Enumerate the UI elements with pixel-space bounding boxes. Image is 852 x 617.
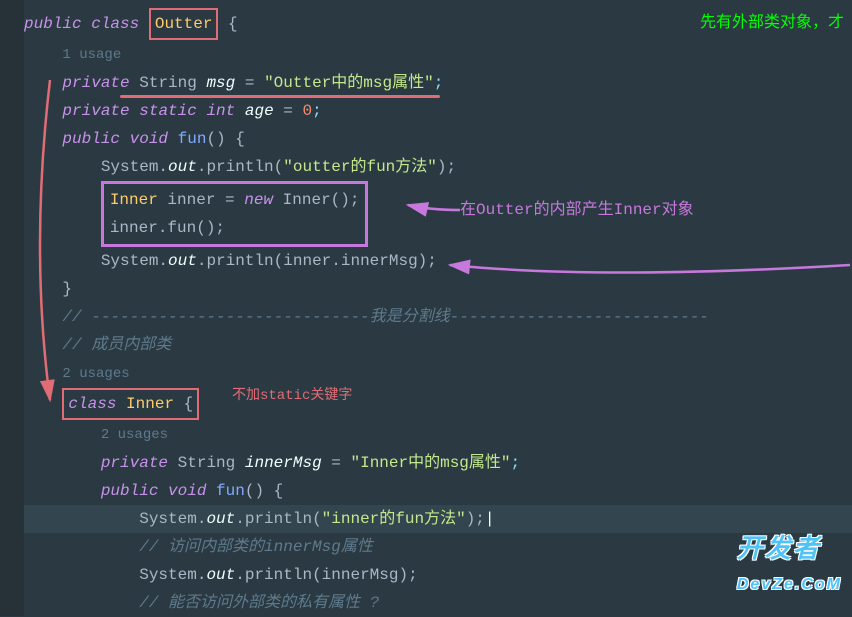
code-line[interactable]: private String msg = "Outter中的msg属性"; — [24, 69, 852, 97]
code-line[interactable]: private String innerMsg = "Inner中的msg属性"… — [24, 449, 852, 477]
class-name: Inner — [126, 395, 174, 413]
system: System. — [101, 252, 168, 270]
field: innerMsg — [245, 454, 322, 472]
keyword: public — [24, 15, 82, 33]
code-line-current[interactable]: System.out.println("inner的fun方法");| — [24, 505, 852, 533]
string: "outter的fun方法" — [283, 158, 437, 176]
code-line[interactable]: class Inner { — [24, 388, 852, 420]
class-name: Outter — [155, 15, 213, 33]
number: 0 — [303, 102, 313, 120]
keyword: new — [244, 191, 273, 209]
code-editor[interactable]: public class Outter { 1 usage private St… — [0, 0, 852, 617]
usage-hint[interactable]: 1 usage — [62, 47, 121, 63]
usage-hint[interactable]: 2 usages — [62, 366, 129, 382]
comment: // 成员内部类 — [62, 336, 171, 354]
keyword: class — [68, 395, 116, 413]
method-call: inner.fun(); — [110, 219, 225, 237]
code-line[interactable]: // 能否访问外部类的私有属性 ? — [24, 589, 852, 617]
annotation-red: 不加static关键字 — [232, 384, 352, 404]
code-line[interactable]: 1 usage — [24, 40, 852, 69]
comment: // 访问内部类的innerMsg属性 — [139, 538, 373, 556]
code-line[interactable]: // 访问内部类的innerMsg属性 — [24, 533, 852, 561]
method: fun — [216, 482, 245, 500]
string: "Outter中的msg属性" — [264, 74, 434, 92]
keyword: int — [206, 102, 235, 120]
keyword: void — [168, 482, 206, 500]
brace: { — [218, 15, 237, 33]
string: "inner的fun方法" — [322, 510, 466, 528]
type: String — [139, 74, 197, 92]
usage-hint[interactable]: 2 usages — [101, 427, 168, 443]
system: System. — [139, 566, 206, 584]
code-line[interactable]: System.out.println("outter的fun方法"); — [24, 153, 852, 181]
code-line[interactable]: // -----------------------------我是分割线---… — [24, 303, 852, 331]
watermark: 开发者DevZe.CoM — [737, 528, 842, 596]
code-line[interactable]: public void fun() { — [24, 125, 852, 153]
keyword: void — [130, 130, 168, 148]
keyword: public — [62, 130, 120, 148]
highlight-box: class Inner { — [62, 388, 199, 420]
highlight-box-magenta: Inner inner = new Inner();inner.fun(); — [101, 181, 369, 247]
annotation-green: 先有外部类对象，才 — [700, 8, 844, 32]
type: String — [178, 454, 236, 472]
code-line[interactable]: public void fun() { — [24, 477, 852, 505]
code-line[interactable]: System.out.println(innerMsg); — [24, 561, 852, 589]
code-line[interactable]: Inner inner = new Inner();inner.fun(); — [24, 181, 852, 247]
field: msg — [206, 74, 235, 92]
keyword: private — [101, 454, 168, 472]
keyword: private — [62, 102, 129, 120]
type: Inner — [110, 191, 158, 209]
system: System. — [101, 158, 168, 176]
keyword: public — [101, 482, 159, 500]
comment: // -----------------------------我是分割线---… — [62, 308, 709, 326]
red-underline-annotation — [120, 95, 440, 98]
string: "Inner中的msg属性" — [350, 454, 510, 472]
code-line[interactable]: 2 usages — [24, 359, 852, 388]
field: age — [245, 102, 274, 120]
method: fun — [178, 130, 207, 148]
code-line[interactable]: } — [24, 275, 852, 303]
system: System. — [139, 510, 206, 528]
caret-icon: | — [485, 510, 495, 528]
code-line[interactable]: private static int age = 0; — [24, 97, 852, 125]
keyword: class — [91, 15, 139, 33]
code-line[interactable]: // 成员内部类 — [24, 331, 852, 359]
brace: } — [62, 280, 72, 298]
code-line[interactable]: System.out.println(inner.innerMsg); — [24, 247, 852, 275]
keyword: private — [62, 74, 129, 92]
annotation-magenta: 在Outter的内部产生Inner对象 — [460, 195, 694, 219]
comment: // 能否访问外部类的私有属性 ? — [139, 594, 379, 612]
keyword: static — [139, 102, 197, 120]
code-line[interactable]: 2 usages — [24, 420, 852, 449]
highlight-box: Outter — [149, 8, 219, 40]
